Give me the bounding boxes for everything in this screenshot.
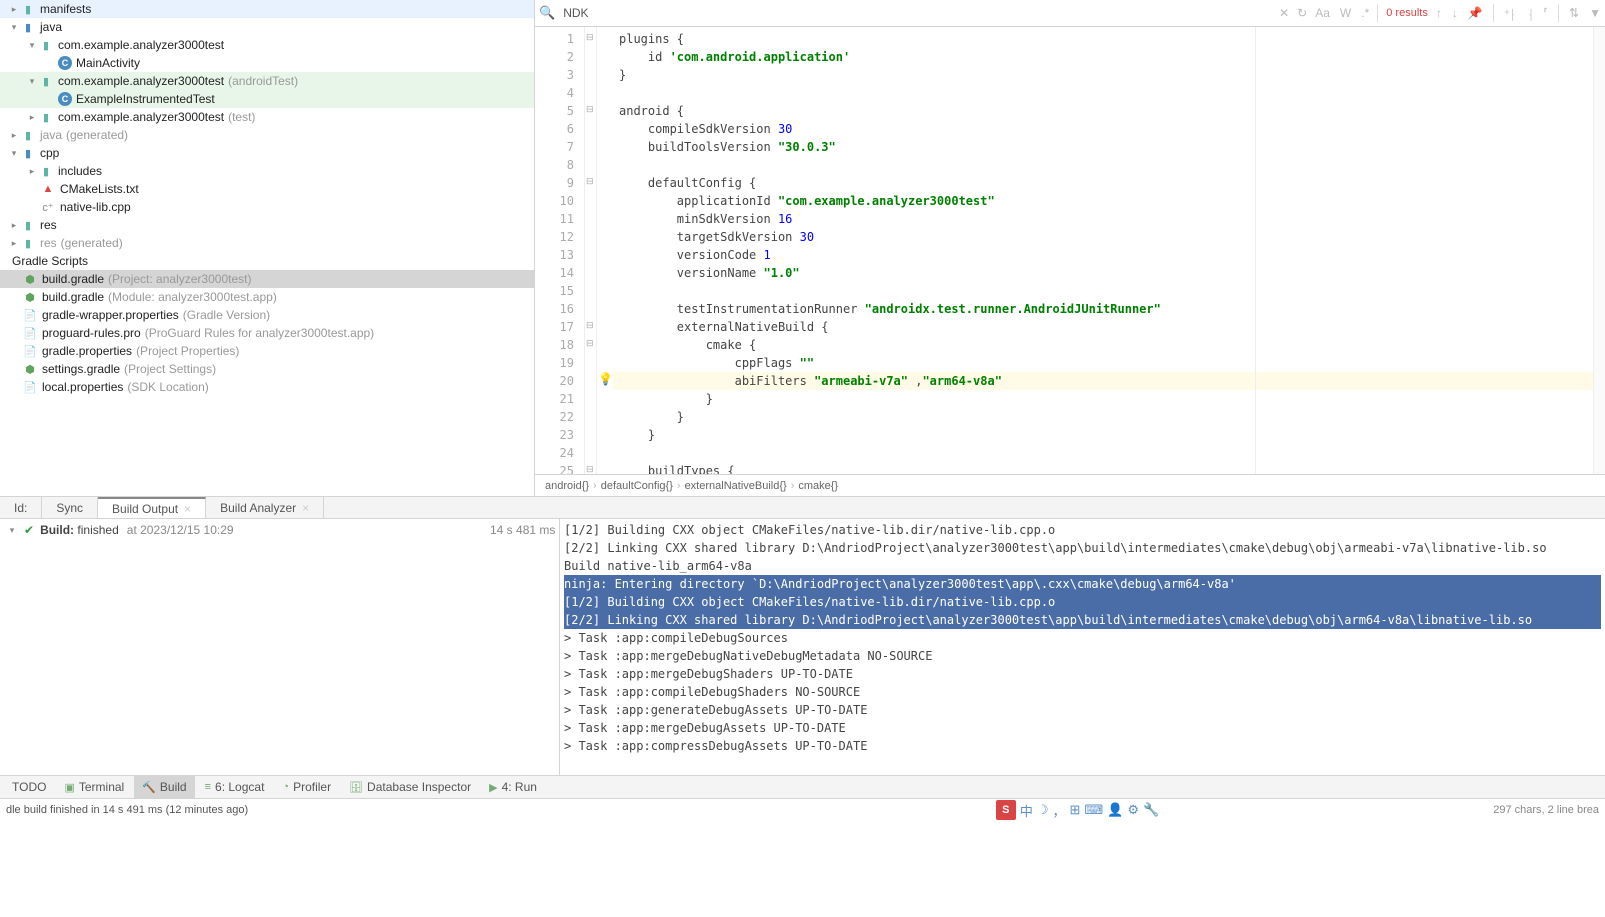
right-margin xyxy=(1255,27,1256,474)
props-icon: 📄 xyxy=(22,379,38,395)
code-editor[interactable]: 1234567891011121314151617181920212223242… xyxy=(535,27,1605,474)
cpp-icon: c⁺ xyxy=(40,199,56,215)
close-icon[interactable]: × xyxy=(184,502,191,516)
crumb-android[interactable]: android{} xyxy=(545,480,589,492)
props-icon: 📄 xyxy=(22,307,38,323)
words-icon[interactable]: W xyxy=(1340,6,1351,20)
clear-search-icon[interactable]: ✕ xyxy=(1279,6,1289,20)
history-icon[interactable]: ↻ xyxy=(1297,6,1307,20)
tab-build-output[interactable]: Build Output× xyxy=(98,497,206,518)
pin-icon[interactable]: 📌 xyxy=(1468,6,1483,20)
success-icon: ✔ xyxy=(24,523,34,537)
tree-pkg-main[interactable]: ▾▮com.example.analyzer3000test xyxy=(0,36,534,54)
filter-icon[interactable]: ▼ xyxy=(1589,6,1601,20)
tree-cmakelists[interactable]: ▲CMakeLists.txt xyxy=(0,180,534,198)
tree-proguard[interactable]: 📄proguard-rules.pro(ProGuard Rules for a… xyxy=(0,324,534,342)
file-icon: 📄 xyxy=(22,325,38,341)
ime-keyboard-icon[interactable]: ⌨ xyxy=(1084,802,1103,818)
tree-mainactivity[interactable]: CMainActivity xyxy=(0,54,534,72)
select-all-icon[interactable]: ⸡ xyxy=(1527,5,1534,22)
tree-build-gradle-module[interactable]: ⬢build.gradle(Module: analyzer3000test.a… xyxy=(0,288,534,306)
ime-wrench-icon[interactable]: 🔧 xyxy=(1143,802,1159,818)
tree-res[interactable]: ▸▮res xyxy=(0,216,534,234)
tree-gradle-scripts[interactable]: Gradle Scripts xyxy=(0,252,534,270)
tab-run[interactable]: ▶4: Run xyxy=(481,776,545,798)
tab-id[interactable]: Id: xyxy=(0,497,42,518)
fold-gutter[interactable]: ⊟⊟⊟⊟⊟⊟ xyxy=(585,27,597,474)
tree-local-props[interactable]: 📄local.properties(SDK Location) xyxy=(0,378,534,396)
hammer-icon: 🔨 xyxy=(142,781,156,794)
ime-grid-icon[interactable]: ⊞ xyxy=(1070,802,1081,818)
cmake-icon: ▲ xyxy=(40,181,56,197)
project-tree[interactable]: ▸▮manifests ▾▮java ▾▮com.example.analyze… xyxy=(0,0,535,496)
line-gutter: 1234567891011121314151617181920212223242… xyxy=(535,27,585,474)
props-icon: 📄 xyxy=(22,343,38,359)
regex-icon[interactable]: .* xyxy=(1361,6,1369,20)
tree-instrtest[interactable]: CExampleInstrumentedTest xyxy=(0,90,534,108)
tree-build-gradle-project[interactable]: ⬢build.gradle(Project: analyzer3000test) xyxy=(0,270,534,288)
gradle-icon: ⬢ xyxy=(22,289,38,305)
status-bar: dle build finished in 14 s 491 ms (12 mi… xyxy=(0,799,1605,821)
run-icon: ▶ xyxy=(489,781,497,794)
ime-gear-icon[interactable]: ⚙ xyxy=(1127,802,1139,818)
build-duration: 14 s 481 ms xyxy=(490,523,555,537)
tab-build-analyzer[interactable]: Build Analyzer× xyxy=(206,497,324,518)
annotation-gutter: 💡 xyxy=(597,27,613,474)
tab-sync[interactable]: Sync xyxy=(42,497,98,518)
ime-moon-icon[interactable]: ☽ xyxy=(1037,802,1049,818)
tab-build[interactable]: 🔨Build xyxy=(134,776,194,798)
settings-icon[interactable]: ⇅ xyxy=(1569,6,1579,20)
tool-window-bar: TODO ▣Terminal 🔨Build ≡6: Logcat ◔Profil… xyxy=(0,776,1605,799)
tree-gradle-wrapper[interactable]: 📄gradle-wrapper.properties(Gradle Versio… xyxy=(0,306,534,324)
search-input[interactable] xyxy=(563,6,1271,20)
ime-comma-icon[interactable]: ， xyxy=(1052,801,1065,820)
tree-pkg-test[interactable]: ▸▮com.example.analyzer3000test(test) xyxy=(0,108,534,126)
breadcrumbs[interactable]: android{}› defaultConfig{}› externalNati… xyxy=(535,474,1605,496)
profiler-icon: ◔ xyxy=(282,781,289,793)
select-all-icon-2[interactable]: ⸢ xyxy=(1543,6,1548,20)
next-match-icon[interactable]: ↓ xyxy=(1452,6,1458,20)
results-count: 0 results xyxy=(1386,7,1428,19)
database-icon: 🗄 xyxy=(349,781,363,794)
tab-database[interactable]: 🗄Database Inspector xyxy=(341,776,479,798)
build-tabs: Id: Sync Build Output× Build Analyzer× xyxy=(0,496,1605,519)
tree-settings-gradle[interactable]: ⬢settings.gradle(Project Settings) xyxy=(0,360,534,378)
gradle-icon: ⬢ xyxy=(22,271,38,287)
tab-logcat[interactable]: ≡6: Logcat xyxy=(197,776,273,798)
search-icon: 🔍 xyxy=(539,5,555,21)
crumb-extnative[interactable]: externalNativeBuild{} xyxy=(685,480,787,492)
tab-profiler[interactable]: ◔Profiler xyxy=(274,776,339,798)
tree-nativelib[interactable]: c⁺native-lib.cpp xyxy=(0,198,534,216)
logcat-icon: ≡ xyxy=(205,781,211,793)
add-selection-icon[interactable]: ⁺⸠ xyxy=(1504,5,1517,22)
build-console[interactable]: [1/2] Building CXX object CMakeFiles/nat… xyxy=(560,519,1605,775)
match-case-icon[interactable]: Aa xyxy=(1315,6,1330,20)
tree-java[interactable]: ▾▮java xyxy=(0,18,534,36)
prev-match-icon[interactable]: ↑ xyxy=(1436,6,1442,20)
gradle-icon: ⬢ xyxy=(22,361,38,377)
crumb-defaultconfig[interactable]: defaultConfig{} xyxy=(601,480,673,492)
tree-java-gen[interactable]: ▸▮java(generated) xyxy=(0,126,534,144)
ime-chinese[interactable]: 中 xyxy=(1020,801,1033,820)
terminal-icon: ▣ xyxy=(64,781,74,794)
build-tree[interactable]: ▾ ✔ Build: finished at 2023/12/15 10:29 … xyxy=(0,519,560,775)
close-icon[interactable]: × xyxy=(302,501,309,515)
tree-manifests[interactable]: ▸▮manifests xyxy=(0,0,534,18)
tree-includes[interactable]: ▸▮includes xyxy=(0,162,534,180)
ime-person-icon[interactable]: 👤 xyxy=(1107,802,1123,818)
tree-pkg-androidtest[interactable]: ▾▮com.example.analyzer3000test(androidTe… xyxy=(0,72,534,90)
tree-gradle-props[interactable]: 📄gradle.properties(Project Properties) xyxy=(0,342,534,360)
status-message: dle build finished in 14 s 491 ms (12 mi… xyxy=(6,804,248,816)
selection-info: 297 chars, 2 line brea xyxy=(1493,804,1599,816)
tab-todo[interactable]: TODO xyxy=(4,776,54,798)
find-bar: 🔍 ✕ ↻ Aa W .* 0 results ↑ ↓ 📌 ⁺⸠ ⸡ ⸢ ⇅ xyxy=(535,0,1605,27)
crumb-cmake[interactable]: cmake{} xyxy=(798,480,838,492)
ime-indicator[interactable]: S xyxy=(996,800,1016,820)
tab-terminal[interactable]: ▣Terminal xyxy=(56,776,132,798)
code-area[interactable]: plugins { id 'com.android.application'}a… xyxy=(613,27,1593,474)
tree-cpp[interactable]: ▾▮cpp xyxy=(0,144,534,162)
tree-res-gen[interactable]: ▸▮res(generated) xyxy=(0,234,534,252)
error-stripe[interactable] xyxy=(1593,27,1605,474)
